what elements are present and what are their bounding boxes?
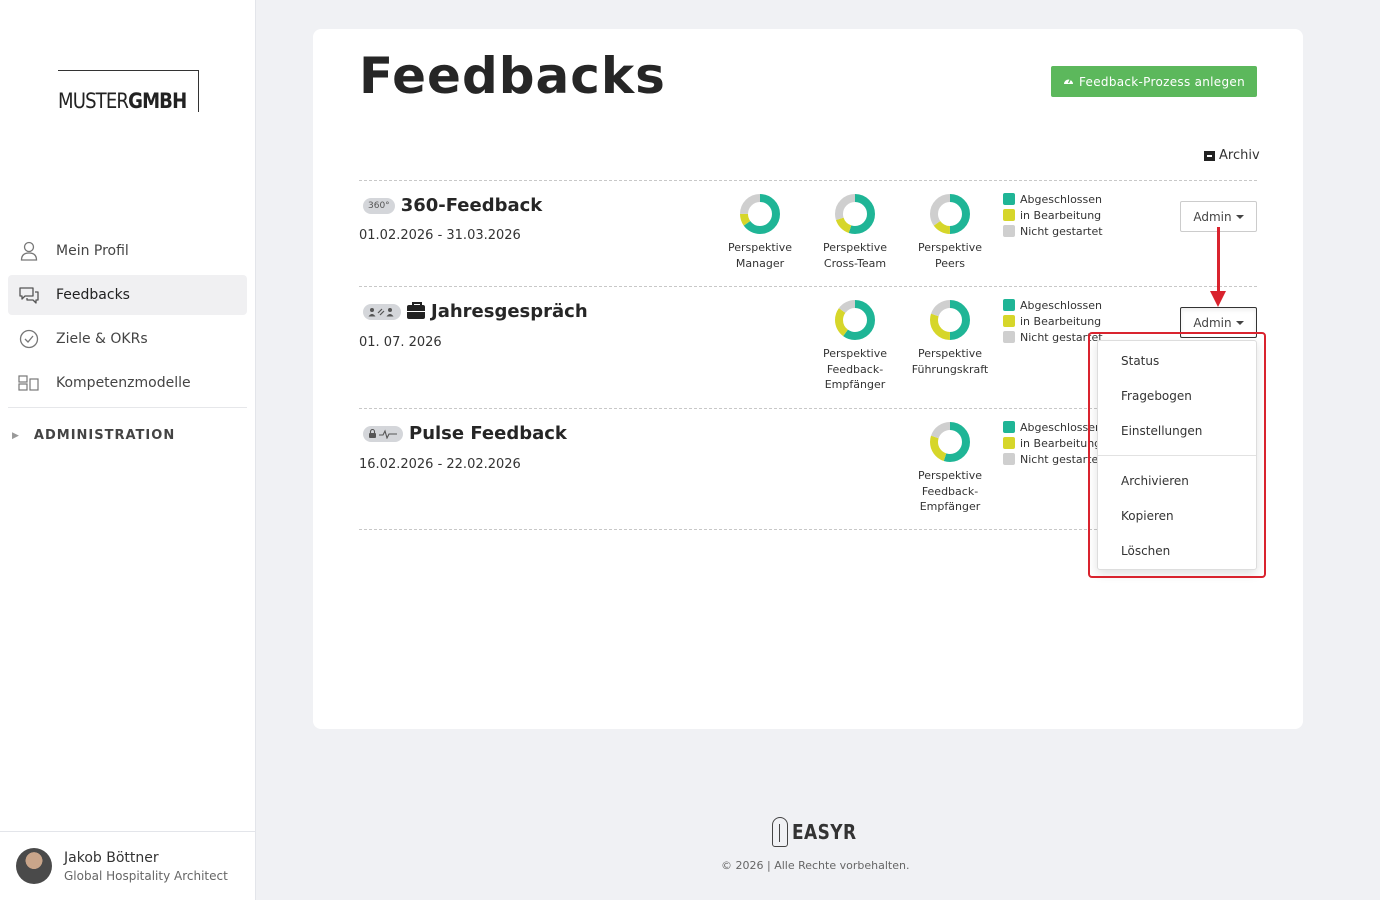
legend-swatch bbox=[1003, 193, 1015, 205]
process-title[interactable]: Pulse Feedback bbox=[363, 423, 567, 444]
perspective-donut: Perspektive Führungskraft bbox=[910, 298, 990, 377]
legend-swatch bbox=[1003, 225, 1015, 237]
donut-chart bbox=[930, 300, 970, 340]
perspective-label: Perspektive Feedback- Empfänger bbox=[917, 469, 983, 513]
360-badge-icon: 360° bbox=[363, 197, 395, 214]
legend-in-progress: in Bearbeitung bbox=[1003, 313, 1103, 329]
sidebar-item-label: Kompetenzmodelle bbox=[56, 375, 191, 391]
sidebar-item-label: Ziele & OKRs bbox=[56, 331, 148, 347]
legend-swatch bbox=[1003, 453, 1015, 465]
footer-logo: EASYR bbox=[772, 817, 868, 847]
create-button-label: Feedback-Prozess anlegen bbox=[1079, 74, 1245, 89]
legend-in-progress: in Bearbeitung bbox=[1003, 207, 1103, 223]
archive-link[interactable]: Archiv bbox=[1204, 148, 1260, 163]
legend-done: Abgeschlossen bbox=[1003, 191, 1103, 207]
process-date: 01. 07. 2026 bbox=[359, 335, 442, 350]
legend-swatch bbox=[1003, 437, 1015, 449]
perspective-donut: Perspektive Cross-Team bbox=[815, 192, 895, 271]
user-icon bbox=[18, 240, 40, 262]
perspective-label: Perspektive Führungskraft bbox=[911, 347, 989, 376]
page-title: Feedbacks bbox=[359, 47, 666, 105]
annotation-arrow-head bbox=[1210, 291, 1226, 307]
process-title-text: Pulse Feedback bbox=[409, 423, 567, 444]
sidebar-item-feedbacks[interactable]: Feedbacks bbox=[8, 275, 247, 315]
perspective-label: Perspektive Feedback- Empfänger bbox=[822, 347, 888, 391]
sidebar-section-label: ADMINISTRATION bbox=[33, 428, 176, 443]
annotation-arrow-line bbox=[1217, 227, 1220, 293]
process-title-text: Jahresgespräch bbox=[431, 301, 588, 322]
easyr-logo-icon bbox=[772, 817, 788, 847]
admin-button-label: Admin bbox=[1193, 315, 1232, 330]
sidebar: MUSTERGMBH Mein Profil Feedbacks Ziele &… bbox=[0, 0, 256, 900]
caret-down-icon bbox=[1235, 320, 1244, 325]
donut-chart bbox=[930, 194, 970, 234]
caret-right-icon: ▶ bbox=[12, 430, 20, 441]
perspective-label: Perspektive Manager bbox=[727, 241, 793, 270]
admin-button-label: Admin bbox=[1193, 209, 1232, 224]
footer-brand: EASYR bbox=[792, 820, 857, 844]
chat-bubbles-icon bbox=[18, 284, 40, 306]
perspective-label: Perspektive Cross-Team bbox=[822, 241, 888, 270]
perspective-label: Perspektive Peers bbox=[917, 241, 983, 270]
sidebar-item-ziele-okrs[interactable]: Ziele & OKRs bbox=[8, 319, 247, 359]
process-date: 16.02.2026 - 22.02.2026 bbox=[359, 457, 521, 472]
legend-done: Abgeschlossen bbox=[1003, 297, 1103, 313]
archive-link-label: Archiv bbox=[1219, 148, 1260, 163]
legend-swatch bbox=[1003, 331, 1015, 343]
check-circle-icon bbox=[18, 328, 40, 350]
legend-swatch bbox=[1003, 315, 1015, 327]
sidebar-item-label: Mein Profil bbox=[56, 243, 129, 259]
grid-icon bbox=[18, 372, 40, 394]
process-title[interactable]: 360° 360-Feedback bbox=[363, 195, 542, 216]
user-name: Jakob Böttner bbox=[64, 850, 159, 866]
people-exchange-icon bbox=[363, 303, 401, 320]
status-legend: Abgeschlossen in Bearbeitung Nicht gesta… bbox=[1003, 191, 1103, 239]
sidebar-nav: Mein Profil Feedbacks Ziele & OKRs Kompe… bbox=[8, 231, 247, 408]
caret-down-icon bbox=[1235, 214, 1244, 219]
current-user[interactable]: Jakob Böttner Global Hospitality Archite… bbox=[0, 831, 255, 900]
company-logo[interactable]: MUSTERGMBH bbox=[58, 70, 199, 112]
legend-swatch bbox=[1003, 299, 1015, 311]
donut-chart bbox=[835, 194, 875, 234]
sidebar-administration-toggle[interactable]: ▶ ADMINISTRATION bbox=[12, 428, 175, 443]
perspective-donut: Perspektive Feedback- Empfänger bbox=[910, 420, 990, 515]
sidebar-item-mein-profil[interactable]: Mein Profil bbox=[8, 231, 247, 271]
create-feedback-process-button[interactable]: Feedback-Prozess anlegen bbox=[1051, 66, 1257, 97]
process-date: 01.02.2026 - 31.03.2026 bbox=[359, 228, 521, 243]
company-logo-text: MUSTERGMBH bbox=[58, 89, 187, 113]
perspective-donut: Perspektive Peers bbox=[910, 192, 990, 271]
sidebar-divider bbox=[8, 407, 247, 408]
legend-swatch bbox=[1003, 421, 1015, 433]
legend-swatch bbox=[1003, 209, 1015, 221]
process-title[interactable]: Jahresgespräch bbox=[363, 301, 588, 322]
dashboard-icon bbox=[1063, 75, 1074, 88]
copyright-text: © 2026 | Alle Rechte vorbehalten. bbox=[721, 859, 910, 872]
process-row-360-feedback: 360° 360-Feedback 01.02.2026 - 31.03.202… bbox=[359, 180, 1257, 286]
process-title-text: 360-Feedback bbox=[400, 195, 543, 216]
archive-icon bbox=[1204, 150, 1215, 161]
sidebar-item-label: Feedbacks bbox=[56, 287, 130, 303]
donut-chart bbox=[740, 194, 780, 234]
perspective-donut: Perspektive Feedback- Empfänger bbox=[815, 298, 895, 393]
legend-not-started: Nicht gestartet bbox=[1003, 223, 1103, 239]
donut-chart bbox=[930, 422, 970, 462]
donut-chart bbox=[835, 300, 875, 340]
briefcase-icon bbox=[407, 301, 425, 319]
sidebar-item-kompetenzmodelle[interactable]: Kompetenzmodelle bbox=[8, 363, 247, 403]
avatar bbox=[16, 848, 52, 884]
user-role: Global Hospitality Architect bbox=[64, 869, 228, 883]
pulse-icon bbox=[363, 425, 403, 442]
perspective-donut: Perspektive Manager bbox=[720, 192, 800, 271]
annotation-highlight-box bbox=[1088, 332, 1266, 578]
